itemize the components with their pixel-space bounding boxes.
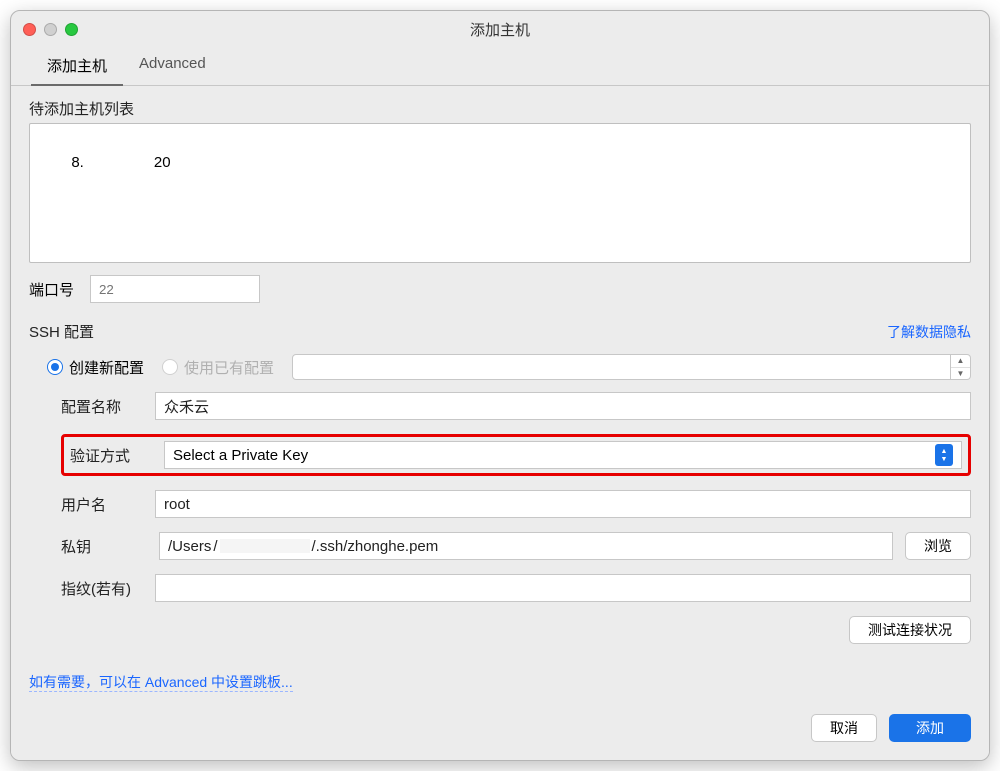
radio-icon xyxy=(162,359,178,375)
host-list[interactable]: 8.20 xyxy=(29,123,971,263)
host-list-item[interactable]: 8.20 xyxy=(38,130,962,196)
content: 待添加主机列表 8.20 端口号 SSH 配置 了解数据隐私 创建新配置 使用已… xyxy=(11,86,989,760)
host-ip-suffix: 20 xyxy=(154,154,171,171)
row-fingerprint: 指纹(若有) xyxy=(61,574,971,602)
existing-config-field xyxy=(292,354,951,380)
input-config-name[interactable] xyxy=(155,392,971,420)
redacted-segment xyxy=(84,156,154,170)
select-auth-method[interactable]: Select a Private Key ▲▼ xyxy=(164,441,962,469)
radio-use-existing: 使用已有配置 xyxy=(162,357,274,378)
select-auth-method-value: Select a Private Key xyxy=(173,447,308,464)
cancel-button[interactable]: 取消 xyxy=(811,714,877,742)
ok-button[interactable]: 添加 xyxy=(889,714,971,742)
port-row: 端口号 xyxy=(29,275,971,303)
titlebar: 添加主机 xyxy=(11,11,989,47)
minimize-icon xyxy=(44,23,57,36)
input-private-key[interactable]: /Users/ /.ssh/zhonghe.pem xyxy=(159,532,893,560)
radio-icon xyxy=(47,359,63,375)
auth-method-highlight: 验证方式 Select a Private Key ▲▼ xyxy=(61,434,971,476)
stepper-buttons: ▲ ▼ xyxy=(951,354,971,380)
label-auth-method: 验证方式 xyxy=(70,445,156,466)
hint-row: 如有需要，可以在 Advanced 中设置跳板... xyxy=(29,672,971,692)
host-list-label: 待添加主机列表 xyxy=(29,98,971,119)
tabbar: 添加主机 Advanced xyxy=(11,47,989,86)
ssh-header: SSH 配置 了解数据隐私 xyxy=(29,317,971,346)
maximize-icon[interactable] xyxy=(65,23,78,36)
ssh-form: 配置名称 验证方式 Select a Private Key ▲▼ xyxy=(29,392,971,602)
window-title: 添加主机 xyxy=(11,19,989,40)
host-ip-prefix: 8. xyxy=(71,154,84,171)
browse-button[interactable]: 浏览 xyxy=(905,532,971,560)
chevron-down-icon: ▼ xyxy=(951,368,970,380)
test-connection-row: 测试连接状况 xyxy=(29,616,971,644)
traffic-lights xyxy=(23,23,78,36)
row-config-name: 配置名称 xyxy=(61,392,971,420)
select-arrows-icon: ▲▼ xyxy=(935,444,953,466)
label-fingerprint: 指纹(若有) xyxy=(61,578,147,599)
label-username: 用户名 xyxy=(61,494,147,515)
row-private-key: 私钥 /Users/ /.ssh/zhonghe.pem 浏览 xyxy=(61,532,971,560)
advanced-hint-link[interactable]: 如有需要，可以在 Advanced 中设置跳板... xyxy=(29,674,293,692)
chevron-up-icon: ▲ xyxy=(951,355,970,368)
pk-sep: / xyxy=(213,538,217,555)
pk-suffix: /.ssh/zhonghe.pem xyxy=(312,538,439,555)
existing-config-selector: ▲ ▼ xyxy=(292,354,971,380)
privacy-link[interactable]: 了解数据隐私 xyxy=(887,322,971,342)
input-username[interactable] xyxy=(155,490,971,518)
redacted-segment xyxy=(220,539,310,553)
radio-create-new[interactable]: 创建新配置 xyxy=(47,357,144,378)
radio-use-existing-label: 使用已有配置 xyxy=(184,357,274,378)
label-config-name: 配置名称 xyxy=(61,396,147,417)
ssh-section-label: SSH 配置 xyxy=(29,321,94,342)
tab-advanced[interactable]: Advanced xyxy=(123,47,222,86)
ssh-config-mode: 创建新配置 使用已有配置 ▲ ▼ xyxy=(29,346,971,392)
port-input[interactable] xyxy=(90,275,260,303)
close-icon[interactable] xyxy=(23,23,36,36)
row-username: 用户名 xyxy=(61,490,971,518)
tab-add-host[interactable]: 添加主机 xyxy=(31,47,123,86)
pk-prefix: /Users xyxy=(168,538,211,555)
test-connection-button[interactable]: 测试连接状况 xyxy=(849,616,971,644)
label-private-key: 私钥 xyxy=(61,536,147,557)
dialog-window: 添加主机 添加主机 Advanced 待添加主机列表 8.20 端口号 SSH … xyxy=(10,10,990,761)
dialog-footer: 取消 添加 xyxy=(29,714,971,742)
radio-create-new-label: 创建新配置 xyxy=(69,357,144,378)
row-auth-method: 验证方式 Select a Private Key ▲▼ xyxy=(70,441,962,469)
input-fingerprint[interactable] xyxy=(155,574,971,602)
port-label: 端口号 xyxy=(29,279,74,300)
